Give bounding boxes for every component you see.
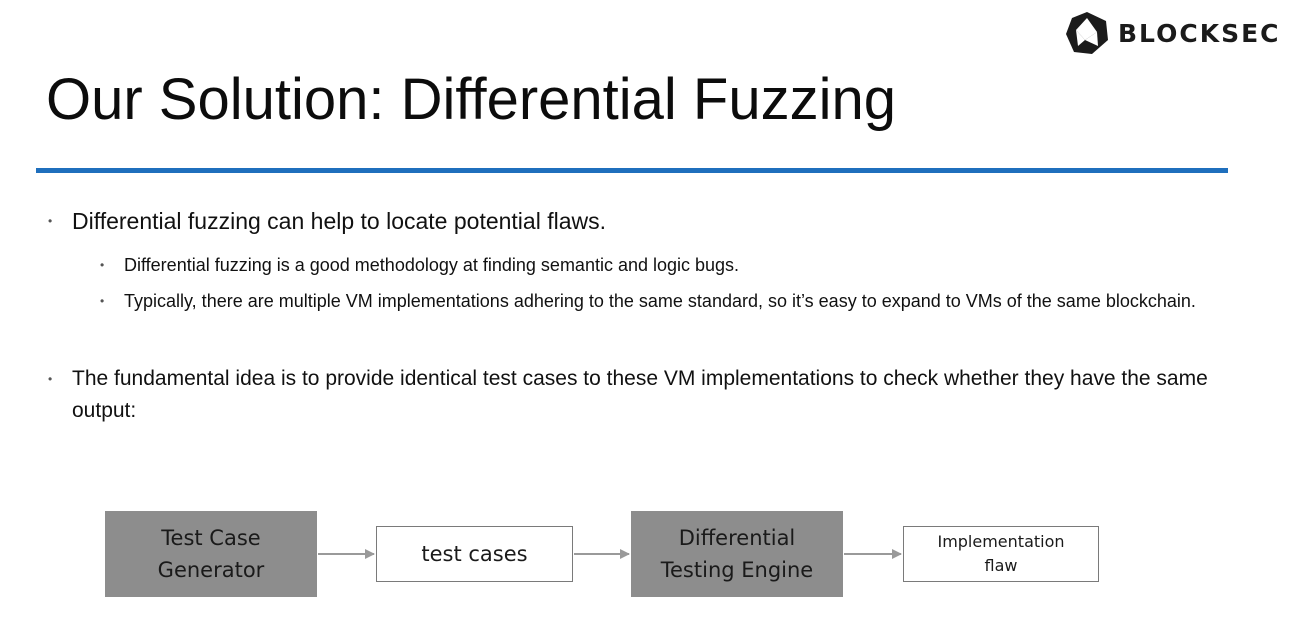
logo-text: BLOCKSEC: [1118, 18, 1281, 48]
bullet-dot: •: [48, 372, 53, 386]
bullet-dot: •: [100, 258, 105, 272]
differential-testing-engine-box: Differential Testing Engine: [631, 511, 843, 597]
bullet-text: Differential fuzzing is a good methodolo…: [124, 255, 740, 275]
blocksec-logo-icon: [1066, 12, 1108, 54]
node-label: Test Case Generator: [157, 526, 265, 582]
test-cases-box: test cases: [376, 526, 573, 582]
node-label: Differential Testing Engine: [660, 526, 814, 582]
node-label: test cases: [421, 542, 528, 566]
bullet-dot: •: [100, 294, 105, 308]
implementation-flaw-box: Implementation flaw: [903, 526, 1099, 582]
bullet-text: Typically, there are multiple VM impleme…: [124, 291, 1196, 311]
bullet-text: The fundamental idea is to provide ident…: [72, 367, 1208, 422]
bullet-dot: •: [48, 214, 53, 228]
bullet-item: • Differential fuzzing can help to locat…: [48, 204, 1228, 238]
sub-bullet-item: • Differential fuzzing is a good methodo…: [100, 250, 1220, 280]
title-divider: [36, 168, 1228, 173]
bullet-text: Differential fuzzing can help to locate …: [72, 208, 606, 234]
blocksec-logo: BLOCKSEC: [1064, 11, 1281, 55]
slide-title: Our Solution: Differential Fuzzing: [46, 67, 897, 132]
node-label: Implementation flaw: [937, 532, 1065, 575]
test-case-generator-box: Test Case Generator: [105, 511, 317, 597]
bullet-item: • The fundamental idea is to provide ide…: [48, 363, 1228, 427]
sub-bullet-item: • Typically, there are multiple VM imple…: [100, 286, 1220, 316]
